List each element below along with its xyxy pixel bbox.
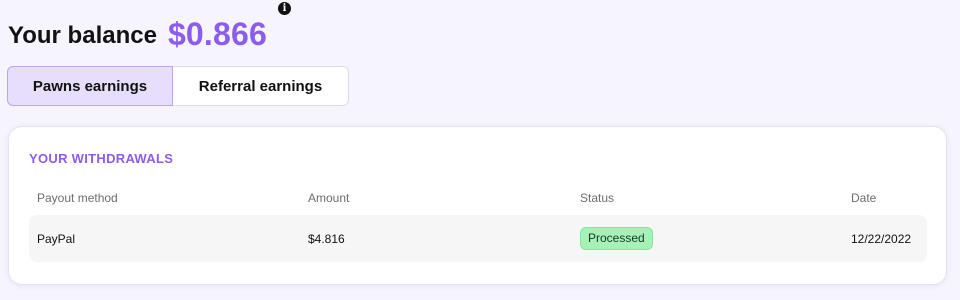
balance-label: Your balance — [8, 22, 157, 49]
payout-method-cell: PayPal — [37, 215, 75, 262]
withdrawals-title: YOUR WITHDRAWALS — [29, 151, 174, 166]
withdrawals-card: YOUR WITHDRAWALS Payout method Amount St… — [8, 126, 947, 285]
balance-value: $0.866 — [167, 16, 268, 52]
column-header-status: Status — [580, 191, 615, 205]
column-header-payout-method: Payout method — [37, 191, 118, 205]
date-cell: 12/22/2022 — [851, 215, 911, 262]
date-value: 12/22/2022 — [851, 231, 912, 246]
tab-label: Pawns earnings — [32, 77, 148, 95]
status-badge: Processed — [580, 227, 653, 250]
amount-cell: $4.816 — [308, 215, 345, 262]
table-header: Payout method Amount Status Date — [29, 191, 927, 209]
table-row: PayPal $4.816 Processed 12/22/2022 — [29, 215, 927, 262]
payout-method-value: PayPal — [37, 231, 76, 246]
earnings-tabs: Pawns earnings Referral earnings — [7, 66, 349, 106]
amount-value: $4.816 — [308, 231, 345, 246]
info-icon[interactable]: i — [278, 2, 291, 15]
status-cell: Processed — [580, 215, 653, 262]
column-header-amount: Amount — [308, 191, 350, 205]
balance-header: Your balance $0.866 — [8, 6, 267, 56]
tab-label: Referral earnings — [198, 77, 323, 95]
column-header-date: Date — [851, 191, 877, 205]
tab-pawns-earnings[interactable]: Pawns earnings — [7, 66, 173, 106]
tab-referral-earnings[interactable]: Referral earnings — [173, 66, 349, 106]
